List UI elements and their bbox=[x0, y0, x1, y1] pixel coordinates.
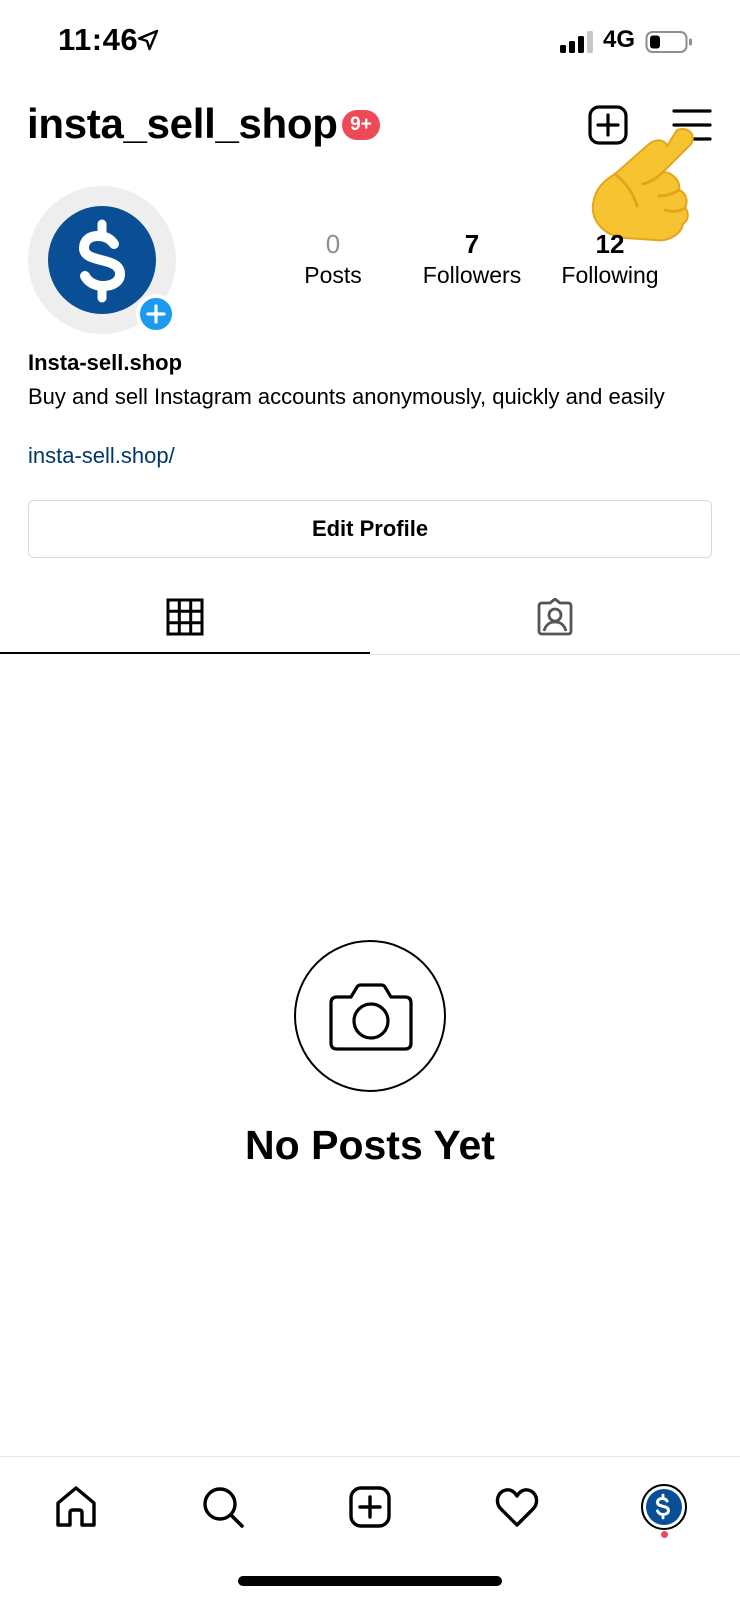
heart-icon bbox=[495, 1488, 539, 1527]
tabs-divider bbox=[370, 654, 740, 655]
search-icon bbox=[203, 1487, 244, 1528]
nav-profile[interactable] bbox=[634, 1477, 694, 1537]
stat-following-label: Following bbox=[561, 262, 659, 288]
stat-followers-value: 7 bbox=[464, 229, 480, 259]
tab-tagged[interactable] bbox=[370, 580, 740, 654]
add-icon bbox=[349, 1486, 391, 1528]
battery-icon bbox=[645, 31, 692, 53]
stat-posts-label: Posts bbox=[304, 262, 362, 288]
home-indicator bbox=[238, 1576, 502, 1586]
stat-followers-label: Followers bbox=[422, 262, 522, 288]
empty-state-camera bbox=[294, 940, 446, 1092]
plus-icon bbox=[146, 304, 166, 324]
profile-link[interactable]: insta-sell.shop/ bbox=[28, 443, 175, 469]
grid-icon bbox=[166, 598, 204, 636]
signal-bars-icon bbox=[560, 31, 593, 53]
dollar-icon bbox=[655, 1493, 671, 1520]
network-label: 4G bbox=[603, 26, 636, 53]
profile-avatar-icon bbox=[641, 1484, 687, 1530]
nav-home[interactable] bbox=[46, 1477, 106, 1537]
menu-icon[interactable] bbox=[672, 108, 712, 142]
status-bar: 11:46 4G bbox=[0, 0, 740, 80]
home-icon bbox=[56, 1486, 96, 1527]
notification-badge[interactable]: 9+ bbox=[342, 110, 380, 140]
nav-search[interactable] bbox=[193, 1477, 253, 1537]
display-name: Insta-sell.shop bbox=[28, 350, 183, 375]
profile-avatar[interactable] bbox=[28, 186, 176, 334]
profile-bio: Buy and sell Instagram accounts anonymou… bbox=[28, 384, 665, 409]
notification-dot bbox=[661, 1531, 668, 1538]
nav-add[interactable] bbox=[340, 1477, 400, 1537]
camera-icon bbox=[329, 983, 413, 1051]
status-time: 11:46 bbox=[58, 22, 139, 57]
empty-state-title: No Posts Yet bbox=[245, 1122, 495, 1168]
tagged-icon bbox=[537, 598, 573, 636]
add-story-button[interactable] bbox=[136, 294, 176, 334]
stat-posts[interactable]: 0 Posts bbox=[263, 228, 403, 290]
edit-profile-button[interactable]: Edit Profile bbox=[28, 500, 712, 558]
location-arrow-icon bbox=[137, 29, 159, 51]
new-post-icon[interactable] bbox=[588, 105, 628, 145]
stat-following[interactable]: 12 Following bbox=[540, 228, 680, 290]
profile-username[interactable]: insta_sell_shop bbox=[27, 100, 338, 148]
stat-posts-value: 0 bbox=[325, 229, 341, 259]
tab-posts-grid[interactable] bbox=[0, 580, 370, 654]
nav-activity[interactable] bbox=[487, 1477, 547, 1537]
stat-followers[interactable]: 7 Followers bbox=[402, 228, 542, 290]
stat-following-value: 12 bbox=[595, 229, 625, 259]
